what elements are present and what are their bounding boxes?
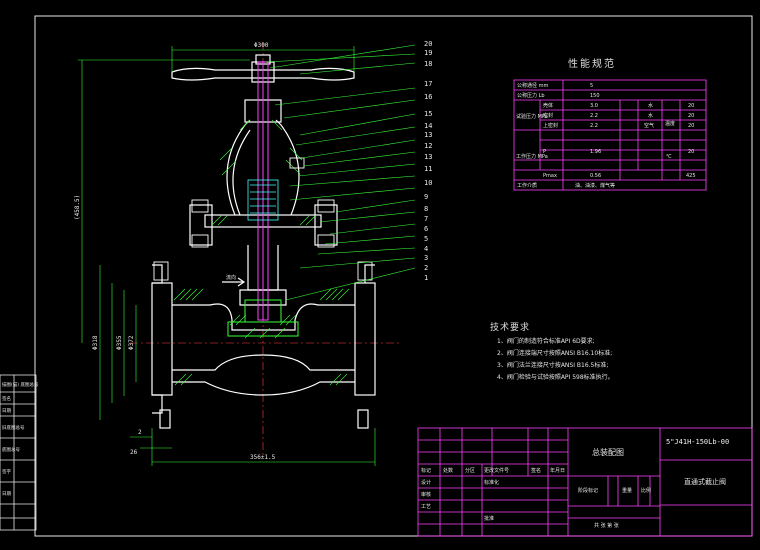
perf-row-value: 2.2 — [590, 123, 598, 129]
tb-product-name: 直通式截止阀 — [684, 477, 726, 486]
perf-right-label: 空气 — [644, 122, 654, 129]
perf-right-value: 20 — [688, 123, 694, 129]
part-number: 1 — [424, 274, 428, 282]
side-label: 旧底图总号 — [2, 424, 25, 431]
part-number: 18 — [424, 60, 432, 68]
perf-right-label: 水 — [648, 102, 653, 109]
tb-header-cell: 更改文件号 — [484, 467, 509, 474]
perf-right-label: ℃ — [666, 154, 672, 160]
tb-left-label: 批准 — [484, 515, 494, 522]
part-number: 5 — [424, 235, 428, 243]
tb-sheet-label: 共 张 第 张 — [594, 522, 619, 529]
tech-requirement-item: 4、阀门检验与试验按照API 598标准执行。 — [497, 374, 614, 381]
perf-row-label: Pmax — [543, 173, 557, 179]
part-number: 19 — [424, 49, 432, 57]
tb-model: 5"J41H-150Lb-00 — [666, 438, 729, 446]
tb-left-label: 标准化 — [484, 479, 499, 486]
part-number: 12 — [424, 142, 432, 150]
tech-requirement-item: 1、阀门的制造符合标准API 6D要求; — [497, 338, 595, 345]
tb-header-cell: 签名 — [531, 467, 541, 474]
part-number: 10 — [424, 179, 432, 187]
perf-row-value: 1.96 — [590, 149, 601, 155]
dim-raised-face: 2 — [138, 429, 142, 436]
perf-group-label: 试验压力 MPa — [516, 113, 548, 120]
part-number: 9 — [424, 193, 428, 201]
perf-row-value: 油、油漆、煤气等 — [575, 182, 615, 189]
valve-stem — [257, 61, 269, 321]
performance-table-text: 公称通径 mm 5 公称压力 Lb 150 壳体 3.0 密封 2.2 上密封 … — [516, 82, 696, 189]
side-label: 日期 — [2, 491, 11, 497]
dim-flange-2: Φ355 — [116, 335, 123, 350]
tb-left-label: 工艺 — [421, 504, 431, 510]
perf-right-value: 20 — [688, 149, 694, 155]
part-number: 14 — [424, 122, 432, 130]
part-number: 20 — [424, 40, 432, 48]
perf-row-label: 公称压力 Lb — [517, 92, 545, 99]
performance-title: 性能规范 — [568, 59, 616, 70]
part-number: 13 — [424, 131, 432, 139]
flow-label: 流向 — [226, 274, 236, 281]
sheet-frame — [34, 15, 753, 537]
perf-row-label: 公称通径 mm — [517, 82, 548, 89]
tb-header-cell: 处数 — [443, 467, 453, 474]
dim-flange-thk: 26 — [130, 449, 138, 456]
tb-stage-label: 阶段标记 — [578, 487, 598, 494]
part-number-labels: 20 19 18 17 16 15 14 13 12 13 11 10 9 8 … — [424, 40, 432, 282]
dim-flange-3: Φ372 — [128, 335, 135, 350]
perf-right-value: 20 — [688, 113, 694, 119]
perf-right-value: 20 — [688, 103, 694, 109]
perf-row-value: 2.2 — [590, 113, 598, 119]
tb-header-cell: 分区 — [465, 467, 475, 474]
tb-stage-label: 重量 — [622, 487, 632, 494]
perf-row-label: 壳体 — [543, 102, 553, 109]
tb-stage-label: 比例 — [641, 487, 651, 494]
perf-row-label: 工作介质 — [517, 182, 537, 189]
side-label: 描图(描) 底图总号 — [2, 381, 39, 388]
perf-row-value: 150 — [590, 93, 600, 99]
leader-lines — [265, 44, 416, 301]
side-label: 签字 — [2, 468, 11, 475]
tb-header-cell: 标记 — [421, 467, 431, 474]
tb-drawing-name: 总装配图 — [592, 447, 624, 457]
perf-row-value: 3.0 — [590, 103, 598, 109]
perf-row-label: 上密封 — [543, 122, 558, 129]
dim-height: (458.5) — [74, 195, 81, 220]
part-number: 8 — [424, 205, 428, 213]
part-number: 16 — [424, 93, 432, 101]
tech-requirements-title: 技术要求 — [490, 323, 531, 333]
tech-requirement-item: 3、阀门法兰连接尺寸按ANSI B16.5标准; — [497, 362, 609, 369]
side-table-text: 描图(描) 底图总号 签名 日期 旧底图总号 底图总号 签字 日期 — [2, 381, 39, 497]
dim-flange-1: Φ318 — [92, 335, 99, 350]
side-label: 底图总号 — [2, 446, 20, 453]
part-number: 13 — [424, 153, 432, 161]
perf-row-value: 0.56 — [590, 173, 601, 179]
dim-face-to-face: 356±1.5 — [250, 454, 276, 461]
tech-requirement-item: 2、阀门连接端尺寸按照ANSI B16.10标准; — [497, 350, 613, 357]
valve-drawing: 20 19 18 17 16 15 14 13 12 13 11 10 9 8 … — [0, 15, 753, 537]
section-hatch — [173, 119, 350, 386]
part-number: 17 — [424, 80, 432, 88]
side-label: 日期 — [2, 408, 11, 414]
perf-group-label: 工作压力 MPa — [516, 153, 548, 160]
part-number: 2 — [424, 264, 428, 272]
dim-handwheel: Φ300 — [254, 42, 269, 49]
tb-left-label: 设计 — [421, 479, 431, 486]
perf-right-label: 水 — [648, 112, 653, 119]
part-number: 4 — [424, 245, 428, 253]
part-number: 15 — [424, 110, 432, 118]
part-number: 11 — [424, 165, 432, 173]
part-number: 6 — [424, 225, 428, 233]
perf-row-value: 5 — [590, 83, 593, 89]
part-number: 7 — [424, 215, 428, 223]
perf-right-value: 425 — [686, 173, 696, 179]
part-number: 3 — [424, 254, 428, 262]
perf-right-label: 温度 — [665, 120, 675, 127]
tb-left-label: 审核 — [421, 491, 431, 498]
tb-header-cell: 年月日 — [550, 467, 565, 474]
side-label: 签名 — [2, 395, 11, 402]
dimension-lines — [78, 46, 376, 466]
